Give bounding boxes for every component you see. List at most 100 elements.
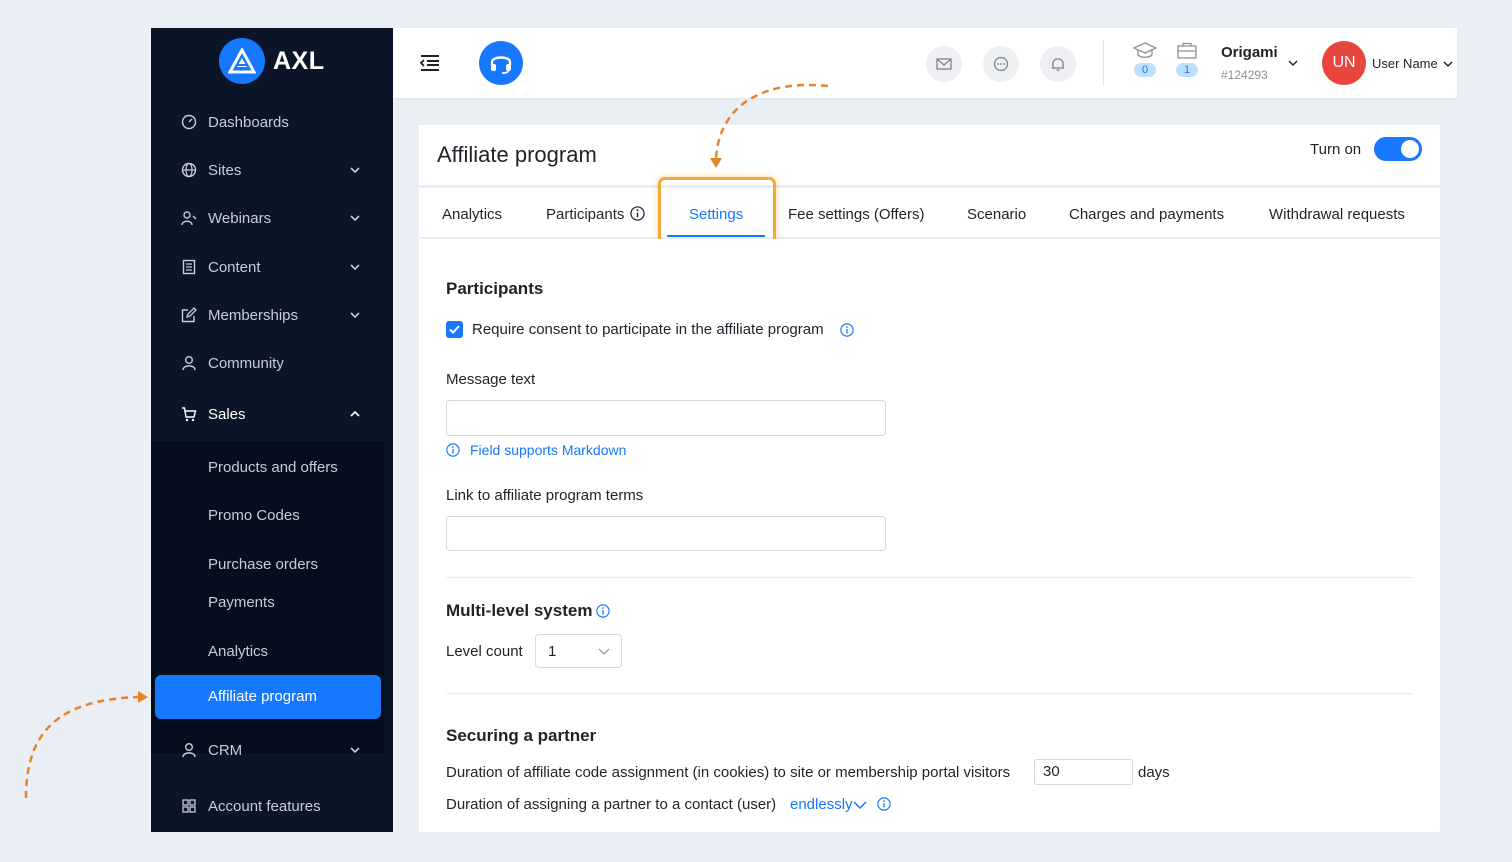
sidebar-subitem-affiliate-program[interactable]: Affiliate program	[155, 675, 381, 719]
mail-button[interactable]	[926, 46, 962, 82]
consent-label: Require consent to participate in the af…	[472, 321, 824, 338]
consent-checkbox[interactable]	[446, 321, 463, 338]
tab-participants[interactable]: Participants	[546, 206, 624, 223]
sidebar-item-content[interactable]: Content	[151, 247, 393, 287]
sidebar-subitem-payments[interactable]: Payments	[208, 594, 275, 611]
sidebar-item-account-features[interactable]: Account features	[151, 786, 393, 826]
sidebar-item-label: Content	[208, 258, 261, 276]
tab-fee-settings[interactable]: Fee settings (Offers)	[788, 206, 924, 223]
contact-duration-dropdown[interactable]: endlessly	[790, 796, 853, 813]
sidebar-item-label: Community	[208, 354, 284, 372]
checkmark-icon	[449, 325, 460, 334]
page-title: Affiliate program	[437, 142, 597, 167]
support-button[interactable]	[479, 41, 523, 85]
tab-charges-payments[interactable]: Charges and payments	[1069, 206, 1224, 223]
dashboard-icon	[181, 114, 197, 130]
section-divider	[446, 693, 1412, 694]
sidebar-item-community[interactable]: Community	[151, 343, 393, 383]
chevron-down-icon	[350, 747, 360, 754]
edit-icon	[181, 307, 197, 323]
globe-icon	[181, 162, 197, 178]
sidebar-subitem-analytics[interactable]: Analytics	[208, 643, 268, 660]
sidebar-subitem-label: Affiliate program	[208, 688, 317, 705]
graduation-cap-icon	[1133, 42, 1157, 58]
tab-scenario[interactable]: Scenario	[967, 206, 1026, 223]
section-divider	[446, 577, 1412, 578]
avatar[interactable]: UN	[1322, 41, 1366, 85]
sidebar-item-webinars[interactable]: Webinars	[151, 198, 393, 238]
sidebar-item-label: Sites	[208, 161, 242, 179]
user-icon	[182, 743, 196, 758]
cookie-duration-input[interactable]: 30	[1034, 759, 1133, 785]
collapse-menu-icon[interactable]	[419, 53, 441, 73]
cart-icon	[182, 407, 197, 422]
section-title-multilevel: Multi-level system	[446, 601, 593, 620]
terms-link-input[interactable]	[446, 516, 886, 551]
sidebar-subitem-purchase-orders[interactable]: Purchase orders	[208, 556, 318, 573]
sidebar-item-label: Account features	[208, 797, 321, 815]
sidebar-item-label: Webinars	[208, 209, 272, 227]
inbox-counter[interactable]: 1	[1174, 42, 1200, 86]
sidebar-item-memberships[interactable]: Memberships	[151, 295, 393, 335]
cookie-duration-unit: days	[1138, 764, 1170, 781]
toggle-label: Turn on	[1310, 141, 1362, 158]
sidebar-item-sales[interactable]: Sales	[151, 394, 393, 434]
contact-duration-label: Duration of assigning a partner to a con…	[446, 796, 777, 813]
chevron-down-icon	[350, 167, 360, 174]
top-header: 0 1 Origami #124293 UN User Name	[393, 28, 1457, 98]
chevron-down-icon	[350, 312, 360, 319]
headset-icon	[490, 56, 512, 74]
sidebar-item-label: Dashboards	[208, 113, 289, 131]
section-title-securing: Securing a partner	[446, 726, 597, 745]
section-title-participants: Participants	[446, 279, 544, 298]
toggle-knob	[1401, 140, 1419, 158]
tabs-bar: Analytics Participants Settings Fee sett…	[419, 188, 1440, 238]
arrow-to-affiliate-item	[24, 695, 139, 799]
bell-icon	[1052, 58, 1064, 71]
tab-analytics[interactable]: Analytics	[442, 206, 502, 223]
info-icon[interactable]	[840, 323, 854, 337]
message-text-input[interactable]	[446, 400, 886, 436]
chevron-down-icon	[350, 215, 360, 222]
org-name[interactable]: Origami	[1221, 44, 1278, 61]
level-count-label: Level count	[446, 643, 523, 660]
level-count-select[interactable]: 1	[535, 634, 622, 668]
tab-label: Participants	[546, 206, 625, 223]
sidebar-subitem-products[interactable]: Products and offers	[208, 459, 338, 476]
user-name[interactable]: User Name	[1372, 56, 1438, 71]
level-count-value: 1	[548, 643, 557, 660]
header-divider	[1103, 40, 1104, 86]
logo-text: AXL	[273, 46, 325, 75]
program-toggle[interactable]	[1374, 137, 1422, 161]
sidebar: AXL Dashboards Sites Webinars Content Me…	[151, 28, 393, 832]
sidebar-item-sites[interactable]: Sites	[151, 150, 393, 190]
chevron-down-icon	[350, 264, 360, 271]
info-icon[interactable]	[596, 604, 610, 618]
sidebar-item-label: Memberships	[208, 306, 299, 324]
info-icon[interactable]	[877, 797, 891, 811]
info-icon	[446, 443, 460, 457]
chat-button[interactable]	[983, 46, 1019, 82]
tab-withdrawal-requests[interactable]: Withdrawal requests	[1269, 206, 1405, 223]
grid-icon	[182, 799, 196, 813]
courses-count-badge: 0	[1134, 63, 1156, 77]
mail-icon	[936, 58, 952, 70]
info-icon[interactable]	[630, 206, 645, 221]
chevron-down-icon[interactable]	[1287, 57, 1299, 69]
logo[interactable]: AXL	[219, 38, 325, 84]
chevron-down-icon[interactable]	[1442, 58, 1454, 70]
terms-link-label: Link to affiliate program terms	[446, 487, 644, 504]
chevron-down-icon	[598, 648, 610, 655]
sidebar-item-dashboards[interactable]: Dashboards	[151, 102, 393, 142]
sidebar-item-crm[interactable]: CRM	[151, 730, 393, 770]
courses-counter[interactable]: 0	[1132, 42, 1158, 86]
notifications-button[interactable]	[1040, 46, 1076, 82]
markdown-hint: Field supports Markdown	[470, 442, 627, 458]
user-icon	[182, 356, 196, 371]
chat-icon	[993, 56, 1009, 72]
settings-panel: Participants Require consent to particip…	[419, 239, 1440, 832]
sidebar-subitem-promo-codes[interactable]: Promo Codes	[208, 507, 300, 524]
org-id: #124293	[1221, 68, 1268, 82]
chevron-up-icon	[350, 410, 360, 417]
chevron-down-icon[interactable]	[853, 799, 867, 811]
